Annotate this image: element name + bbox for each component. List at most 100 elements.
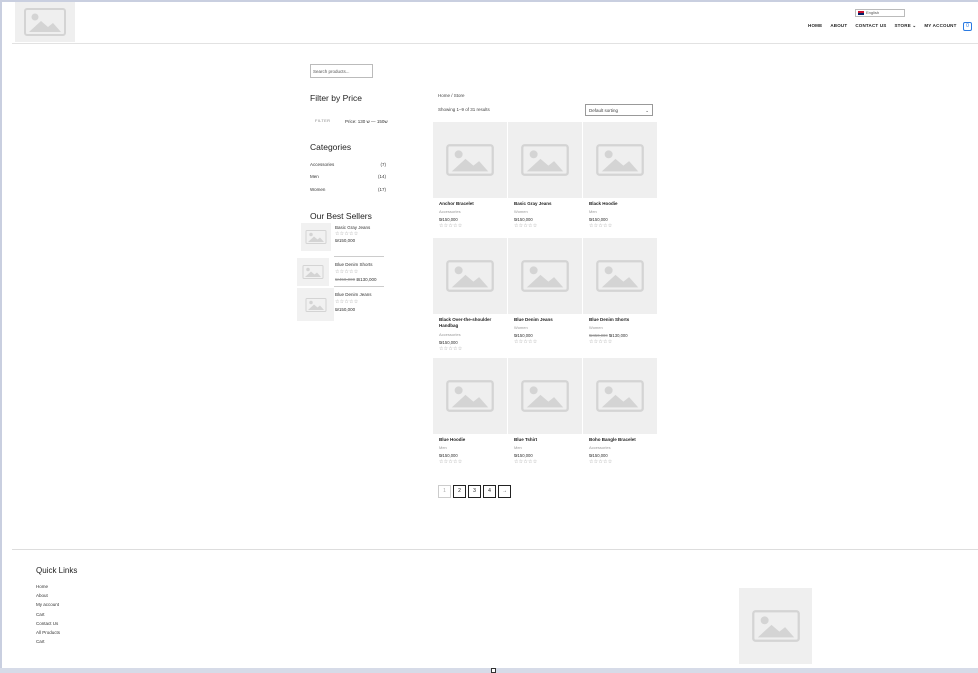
filter-price-heading: Filter by Price	[310, 93, 362, 103]
rating-stars: ☆☆☆☆☆	[514, 459, 538, 465]
product-category: Women	[514, 209, 528, 214]
footer-image	[739, 588, 812, 664]
nav-my-account[interactable]: MY ACCOUNT	[924, 23, 956, 29]
old-price: ₪450,000	[589, 333, 608, 338]
rating-stars: ☆☆☆☆☆	[439, 223, 463, 229]
breadcrumb[interactable]: Home / Store	[438, 93, 465, 98]
product-category: Men	[514, 445, 522, 450]
product-thumbnail[interactable]	[297, 288, 334, 321]
divider	[334, 256, 384, 257]
product-category: Accessories	[439, 332, 461, 337]
footer-link-about[interactable]: About	[36, 593, 60, 602]
product-image[interactable]	[508, 238, 582, 314]
product-title[interactable]: Anchor Bracelet	[439, 201, 503, 207]
filter-button[interactable]: FILTER	[315, 118, 330, 123]
nav-store[interactable]: STORE ⌄	[894, 23, 916, 29]
product-category: Accessories	[439, 209, 461, 214]
sort-select[interactable]: Default sorting ⌄	[585, 104, 653, 116]
product-price: ₪150,000	[439, 340, 458, 345]
page-2[interactable]: 2	[453, 485, 466, 498]
best-seller-name[interactable]: Blue Denim Shorts	[335, 262, 373, 267]
product-thumbnail[interactable]	[301, 223, 331, 251]
product-category: Women	[589, 325, 603, 330]
footer-link-contact[interactable]: Contact Us	[36, 621, 60, 630]
image-placeholder-icon	[596, 260, 644, 292]
image-placeholder-icon	[521, 380, 569, 412]
footer-link-cart[interactable]: Cart	[36, 612, 60, 621]
result-count: Showing 1–9 of 31 results	[438, 107, 490, 112]
rating-stars: ☆☆☆☆☆	[514, 339, 538, 345]
page-3[interactable]: 3	[468, 485, 481, 498]
next-page-button[interactable]: →	[498, 485, 511, 498]
footer-link-my-account[interactable]: My account	[36, 602, 60, 611]
image-placeholder-icon	[446, 380, 494, 412]
category-name: Women	[310, 187, 326, 192]
nav-contact-us[interactable]: CONTACT US	[855, 23, 886, 29]
image-placeholder-icon	[521, 260, 569, 292]
product-title[interactable]: Basic Gray Jeans	[514, 201, 578, 207]
category-name: Men	[310, 174, 319, 179]
quick-links-heading: Quick Links	[36, 566, 78, 575]
nav-about[interactable]: ABOUT	[830, 23, 847, 29]
product-image[interactable]	[583, 238, 657, 314]
product-image[interactable]	[583, 122, 657, 198]
product-title[interactable]: Blue Denim Shorts	[589, 317, 653, 323]
site-footer: Quick Links Home About My account Cart C…	[12, 549, 978, 668]
nav-home[interactable]: HOME	[808, 23, 822, 29]
rating-stars: ☆☆☆☆☆	[335, 299, 359, 305]
chevron-down-icon: ⌄	[645, 108, 649, 113]
search-input[interactable]: Search products...	[310, 64, 373, 78]
rating-stars: ☆☆☆☆☆	[335, 231, 359, 237]
best-seller-name[interactable]: Basic Gray Jeans	[335, 225, 370, 230]
image-placeholder-icon	[305, 297, 326, 312]
rating-stars: ☆☆☆☆☆	[589, 339, 613, 345]
image-placeholder-icon	[521, 144, 569, 176]
old-price: ₪450,000	[335, 277, 356, 282]
best-seller-price: ₪150,000	[335, 307, 356, 312]
image-placeholder-icon	[596, 380, 644, 412]
page-4[interactable]: 4	[483, 485, 496, 498]
image-placeholder-icon	[446, 144, 494, 176]
product-title[interactable]: Blue Tshirt	[514, 437, 578, 443]
product-image[interactable]	[508, 358, 582, 434]
product-price: ₪150,000	[589, 217, 608, 222]
best-seller-name[interactable]: Blue Denim Jeans	[335, 292, 372, 297]
product-category: Men	[589, 209, 597, 214]
footer-link-all-products[interactable]: All Products	[36, 630, 60, 639]
window-frame-bottom	[0, 668, 978, 673]
category-item[interactable]: Women (17)	[310, 187, 386, 192]
product-price: ₪150,000	[514, 217, 533, 222]
product-price: ₪150,000	[589, 453, 608, 458]
product-title[interactable]: Boho Bangle Bracelet	[589, 437, 653, 443]
product-image[interactable]	[433, 238, 507, 314]
product-price: ₪450,000 ₪130,000	[589, 333, 628, 338]
product-image[interactable]	[433, 358, 507, 434]
divider	[334, 286, 384, 287]
product-image[interactable]	[508, 122, 582, 198]
cart-button[interactable]: 0	[963, 22, 972, 31]
category-item[interactable]: Men (14)	[310, 174, 386, 179]
rating-stars: ☆☆☆☆☆	[589, 223, 613, 229]
footer-link-home[interactable]: Home	[36, 584, 60, 593]
product-category: Men	[439, 445, 447, 450]
price-range-label: Price: 130 ש150 — ש	[345, 119, 388, 124]
category-item[interactable]: Accessories (7)	[310, 162, 386, 167]
image-placeholder-icon	[596, 144, 644, 176]
quick-links-list: Home About My account Cart Contact Us Al…	[36, 584, 60, 648]
product-thumbnail[interactable]	[297, 258, 329, 286]
product-title[interactable]: Black Hoodie	[589, 201, 653, 207]
rating-stars: ☆☆☆☆☆	[335, 269, 359, 275]
resize-handle[interactable]	[491, 668, 496, 673]
category-count: (17)	[377, 187, 386, 192]
product-title[interactable]: Blue Denim Jeans	[514, 317, 578, 323]
product-price: ₪150,000	[439, 453, 458, 458]
product-image[interactable]	[583, 358, 657, 434]
footer-link-cart-2[interactable]: Cart	[36, 639, 60, 648]
site-logo[interactable]	[15, 2, 75, 42]
rating-stars: ☆☆☆☆☆	[439, 346, 463, 352]
product-image[interactable]	[433, 122, 507, 198]
product-title[interactable]: Blue Hoodie	[439, 437, 503, 443]
product-title[interactable]: Black Over-the-shoulder Handbag	[439, 317, 503, 328]
language-switcher[interactable]: English	[855, 9, 905, 17]
image-placeholder-icon	[24, 8, 66, 36]
